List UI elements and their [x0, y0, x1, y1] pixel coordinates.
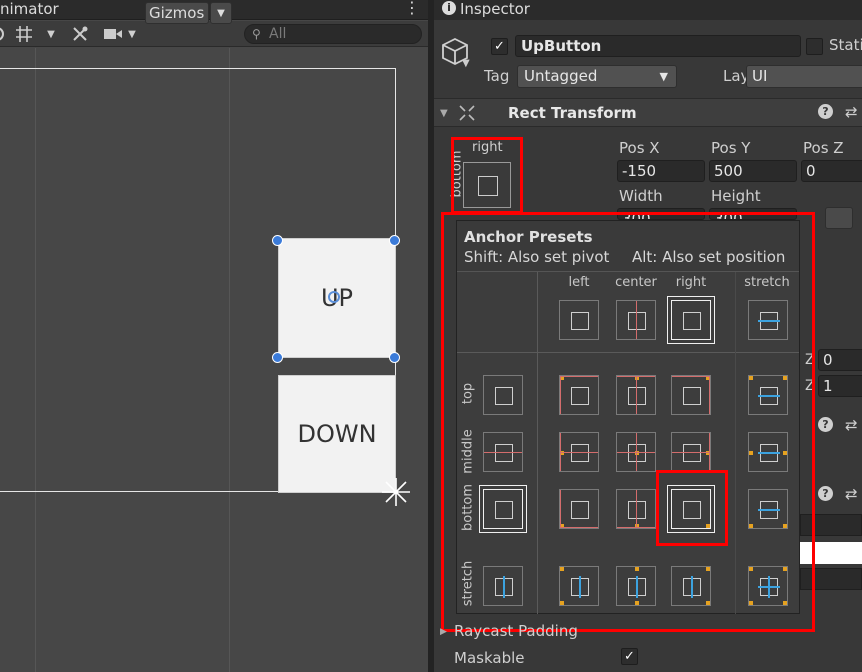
anchor-star-icon[interactable]	[380, 476, 412, 514]
camera-icon[interactable]	[102, 23, 124, 45]
gizmos-dropdown-icon[interactable]: ▼	[210, 2, 232, 24]
settings-sliders-icon[interactable]: ⇄	[845, 103, 858, 121]
grid-snap-icon[interactable]	[12, 23, 36, 45]
tools-icon[interactable]	[68, 23, 92, 45]
static-checkbox[interactable]	[806, 38, 823, 55]
tag-label: Tag	[484, 67, 510, 85]
width-label: Width	[619, 187, 663, 205]
resize-handle-bottom-right[interactable]	[389, 352, 400, 363]
settings-sliders-icon[interactable]: ⇄	[845, 416, 858, 434]
info-icon: i	[442, 1, 456, 15]
search-icon: ⚲	[252, 27, 261, 41]
help-icon[interactable]: ?	[818, 104, 833, 119]
tag-value: Untagged	[524, 67, 598, 85]
animator-tab-label: nimator	[0, 0, 59, 18]
highlight-box	[441, 212, 815, 632]
inspector-tab[interactable]: i Inspector	[434, 0, 862, 20]
search-placeholder: All	[269, 26, 287, 42]
inspector-tab-label: Inspector	[460, 0, 530, 18]
blueprint-mode-button[interactable]	[825, 207, 853, 229]
foldout-arrow-icon[interactable]: ▼	[440, 108, 448, 119]
highlight-box	[451, 137, 523, 214]
layer-dropdown[interactable]: UI	[746, 65, 862, 88]
down-button[interactable]: DOWN	[278, 375, 396, 493]
search-input[interactable]: ⚲ All	[244, 24, 422, 44]
static-label: Stati	[829, 36, 862, 54]
resize-handle-bottom-left[interactable]	[272, 352, 283, 363]
pos-y-label: Pos Y	[711, 139, 751, 157]
tag-dropdown[interactable]: Untagged ▼	[517, 65, 677, 88]
gizmos-button[interactable]: Gizmos	[145, 2, 209, 24]
pos-z-field[interactable]: 0	[801, 160, 862, 182]
highlight-box	[656, 470, 728, 546]
rect-transform-header[interactable]	[434, 99, 862, 127]
height-label: Height	[711, 187, 761, 205]
tab-menu-icon[interactable]: ⋮	[404, 0, 420, 17]
maskable-checkbox[interactable]: ✓	[621, 648, 638, 665]
layer-value: UI	[752, 67, 768, 85]
pos-x-label: Pos X	[619, 139, 660, 157]
rect-transform-title: Rect Transform	[508, 104, 637, 122]
rect-transform-icon	[458, 104, 476, 126]
z-field-1[interactable]: 0	[818, 349, 862, 371]
grid-dropdown-icon[interactable]: ▼	[40, 23, 62, 45]
help-icon[interactable]: ?	[818, 486, 833, 501]
icon-dropdown-icon[interactable]: ▼	[462, 58, 470, 69]
pos-x-field[interactable]: -150	[617, 160, 705, 182]
raycast-padding-label[interactable]: Raycast Padding	[454, 622, 578, 640]
down-button-label: DOWN	[297, 420, 377, 448]
foldout-arrow-icon[interactable]: ▶	[440, 627, 447, 637]
resize-handle-top-left[interactable]	[272, 235, 283, 246]
object-name-field[interactable]: UpButton	[515, 35, 801, 57]
pivot-handle[interactable]	[328, 291, 340, 303]
help-icon[interactable]: ?	[818, 417, 833, 432]
chevron-down-icon: ▼	[659, 70, 668, 83]
toggle-2d-icon[interactable]	[0, 23, 10, 45]
pos-y-field[interactable]: 500	[709, 160, 797, 182]
pos-z-label: Pos Z	[803, 139, 844, 157]
camera-dropdown-icon[interactable]: ▼	[124, 23, 140, 45]
resize-handle-top-right[interactable]	[389, 235, 400, 246]
settings-sliders-icon[interactable]: ⇄	[845, 485, 858, 503]
active-checkbox[interactable]: ✓	[491, 38, 508, 55]
z-field-2[interactable]: 1	[818, 375, 862, 397]
maskable-label: Maskable	[454, 649, 525, 667]
